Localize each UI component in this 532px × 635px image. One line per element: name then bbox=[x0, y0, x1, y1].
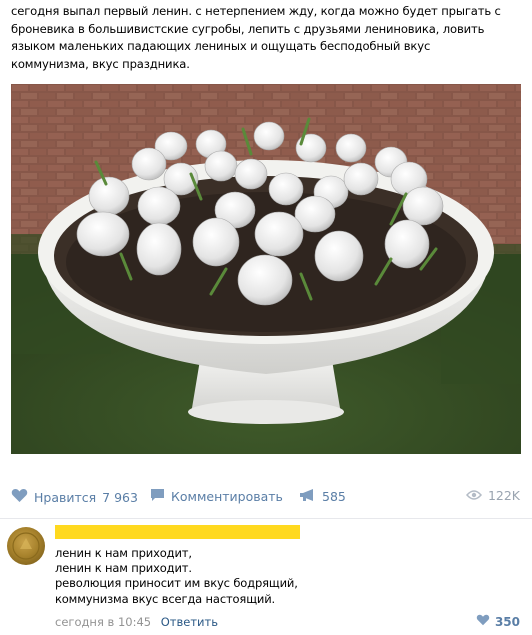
comment-text-line: коммунизма вкус всегда настоящий. bbox=[55, 591, 276, 606]
like-label: Нравится bbox=[34, 489, 97, 505]
comment-icon bbox=[150, 488, 165, 505]
like-button[interactable]: Нравится 7 963 bbox=[11, 488, 138, 506]
post-photo[interactable] bbox=[11, 84, 521, 454]
views-count: 122K bbox=[487, 488, 520, 503]
share-button[interactable]: 585 bbox=[299, 488, 346, 505]
post-text: сегодня выпал первый ленин. с нетерпение… bbox=[11, 3, 523, 73]
heart-icon bbox=[11, 488, 28, 506]
reply-link[interactable]: Ответить bbox=[161, 615, 218, 629]
eye-icon bbox=[465, 488, 482, 503]
avatar[interactable] bbox=[7, 527, 45, 565]
comment-button[interactable]: Комментировать bbox=[150, 488, 283, 505]
post-text-line: коммунизма, вкус праздника. bbox=[11, 56, 190, 71]
author-name-redaction bbox=[55, 525, 300, 539]
comment: ленин к нам приходит, ленин к нам приход… bbox=[0, 519, 532, 635]
like-count: 7 963 bbox=[102, 489, 138, 505]
comment-text: ленин к нам приходит, ленин к нам приход… bbox=[55, 546, 495, 607]
comment-meta: сегодня в 10:45 Ответить bbox=[55, 615, 218, 629]
comment-text-line: ленин к нам приходит. bbox=[55, 561, 192, 576]
comment-text-line: революция приносит им вкус бодрящий, bbox=[55, 576, 298, 591]
megaphone-icon bbox=[299, 488, 316, 505]
views-counter: 122K bbox=[465, 488, 520, 503]
comment-timestamp[interactable]: сегодня в 10:45 bbox=[55, 615, 151, 629]
comment-like-button[interactable]: 350 bbox=[476, 614, 520, 629]
comment-like-count: 350 bbox=[494, 614, 520, 629]
post-actions-bar: Нравится 7 963 Комментировать 585 122K bbox=[0, 484, 532, 510]
photo-illustration bbox=[11, 84, 521, 454]
comment-text-line: ленин к нам приходит, bbox=[55, 546, 192, 560]
post-text-line: сегодня выпал первый ленин. с нетерпение… bbox=[11, 4, 501, 18]
heart-icon bbox=[476, 614, 490, 629]
comment-label: Комментировать bbox=[171, 489, 283, 504]
post-text-line: языком маленьких падающих лениных и ощущ… bbox=[11, 39, 431, 53]
post-text-line: броневика в большивистские сугробы, лепи… bbox=[11, 21, 485, 36]
share-count: 585 bbox=[322, 489, 346, 504]
